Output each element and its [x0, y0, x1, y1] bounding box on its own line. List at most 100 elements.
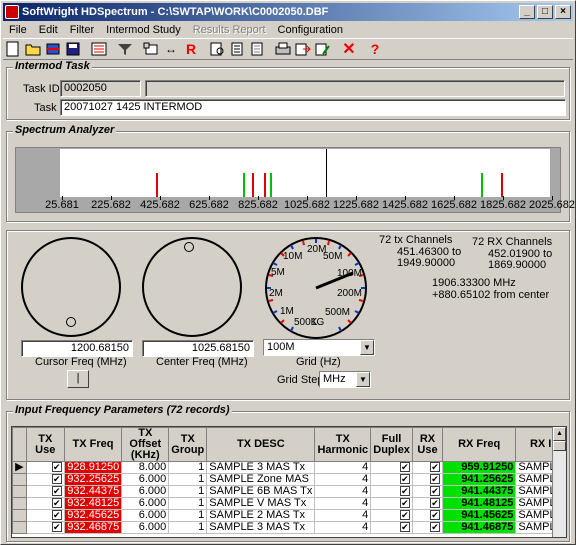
full-duplex-cell[interactable]: ✔: [370, 509, 413, 522]
checkbox[interactable]: ✔: [399, 522, 410, 532]
col-header[interactable]: TX Freq: [63, 427, 123, 462]
tx-group-cell[interactable]: 1: [168, 485, 208, 498]
menu-configuration[interactable]: Configuration: [272, 24, 349, 36]
menu-edit[interactable]: Edit: [33, 24, 64, 36]
full-duplex-cell[interactable]: ✔: [370, 497, 413, 510]
table-row[interactable]: ✔ 932.25625 6.000 1 SAMPLE Zone MAS 4 ✔ ✔ 941.25…: [12, 473, 566, 486]
rx-use-cell[interactable]: ✔: [411, 521, 444, 534]
tx-harmonic-cell[interactable]: 4: [314, 485, 372, 498]
tx-harmonic-cell[interactable]: 4: [314, 461, 372, 474]
input-params-grid[interactable]: TX Use TX Freq TX Offset (KHz) TX Group …: [11, 426, 567, 538]
grid-step-select[interactable]: MHz ▼: [319, 371, 371, 388]
tx-harmonic-cell[interactable]: 4: [314, 509, 372, 522]
row-selector[interactable]: [12, 521, 27, 534]
tx-use-cell[interactable]: ✔: [25, 509, 65, 522]
chevron-down-icon[interactable]: ▼: [360, 340, 374, 355]
row-selector[interactable]: [12, 509, 27, 522]
checkbox[interactable]: ✔: [51, 510, 62, 520]
tx-freq-cell[interactable]: 932.48125: [63, 497, 123, 510]
col-header[interactable]: TX Use: [25, 427, 65, 462]
tx-group-cell[interactable]: 1: [168, 497, 208, 510]
tx-group-cell[interactable]: 1: [168, 509, 208, 522]
menu-results-report[interactable]: Results Report: [187, 24, 272, 36]
col-header[interactable]: Full Duplex: [370, 427, 413, 462]
checkbox[interactable]: ✔: [430, 510, 441, 520]
row-selector[interactable]: [12, 473, 27, 486]
checkbox[interactable]: ✔: [399, 486, 410, 496]
help-icon[interactable]: ?: [365, 40, 385, 58]
tx-group-cell[interactable]: 1: [168, 461, 208, 474]
tx-harmonic-cell[interactable]: 4: [314, 497, 372, 510]
menu-filter[interactable]: Filter: [64, 24, 100, 36]
tx-offset-cell[interactable]: 6.000: [121, 521, 170, 534]
row-selector[interactable]: [12, 497, 27, 510]
tx-use-cell[interactable]: ✔: [25, 473, 65, 486]
rx-freq-cell[interactable]: 941.25625: [442, 473, 517, 486]
tx-desc-cell[interactable]: SAMPLE 3 MAS Tx: [206, 521, 316, 534]
tx-use-cell[interactable]: ✔: [25, 485, 65, 498]
checkbox[interactable]: ✔: [430, 498, 441, 508]
tx-offset-cell[interactable]: 6.000: [121, 509, 170, 522]
col-header[interactable]: RX Freq: [442, 427, 517, 462]
rx-freq-cell[interactable]: 941.46875: [442, 521, 517, 534]
col-header[interactable]: RX Use: [411, 427, 444, 462]
tx-freq-cell[interactable]: 932.44375: [63, 485, 123, 498]
table-row[interactable]: ✔ 932.46875 6.000 1 SAMPLE 3 MAS Tx 4 ✔ ✔ 941.46…: [12, 521, 566, 534]
full-duplex-cell[interactable]: ✔: [370, 521, 413, 534]
chevron-down-icon[interactable]: ▼: [356, 372, 370, 387]
tx-freq-cell[interactable]: 932.25625: [63, 473, 123, 486]
scroll-thumb[interactable]: [553, 441, 566, 451]
table-row[interactable]: ▶ ✔ 928.91250 8.000 1 SAMPLE 3 MAS Tx 4 ✔ ✔ 959.9…: [12, 461, 566, 474]
rx-use-cell[interactable]: ✔: [411, 485, 444, 498]
full-duplex-cell[interactable]: ✔: [370, 485, 413, 498]
checkbox[interactable]: ✔: [430, 462, 441, 472]
checkbox[interactable]: ✔: [430, 522, 441, 532]
doc-icon[interactable]: [227, 40, 247, 58]
checkbox[interactable]: ✔: [399, 462, 410, 472]
delete-x-icon[interactable]: ✕: [339, 40, 359, 58]
spectrum-display[interactable]: 25.681 225.682 425.682 625.682 825.682 1025.6…: [15, 147, 575, 213]
span-arrows-icon[interactable]: ↔: [161, 40, 181, 58]
tx-offset-cell[interactable]: 6.000: [121, 485, 170, 498]
new-file-icon[interactable]: [3, 40, 23, 58]
rx-use-cell[interactable]: ✔: [411, 497, 444, 510]
tx-use-cell[interactable]: ✔: [25, 497, 65, 510]
open-folder-icon[interactable]: [23, 40, 43, 58]
menu-file[interactable]: File: [3, 24, 33, 36]
checkbox[interactable]: ✔: [430, 474, 441, 484]
printer-icon[interactable]: [273, 40, 293, 58]
checkbox[interactable]: ✔: [51, 462, 62, 472]
rx-use-cell[interactable]: ✔: [411, 461, 444, 474]
checkbox[interactable]: ✔: [51, 474, 62, 484]
tx-offset-cell[interactable]: 6.000: [121, 497, 170, 510]
tx-desc-cell[interactable]: SAMPLE 3 MAS Tx: [206, 461, 316, 474]
tx-group-cell[interactable]: 1: [168, 473, 208, 486]
tx-freq-cell[interactable]: 928.91250: [63, 461, 123, 474]
tx-desc-cell[interactable]: SAMPLE Zone MAS: [206, 473, 316, 486]
cursor-freq-field[interactable]: 1200.68150: [21, 340, 133, 357]
col-header[interactable]: TX Group: [168, 427, 208, 462]
tx-use-cell[interactable]: ✔: [25, 461, 65, 474]
grid-select[interactable]: 100M ▼: [263, 339, 375, 356]
col-header[interactable]: TX DESC: [206, 427, 316, 462]
tx-harmonic-cell[interactable]: 4: [314, 521, 372, 534]
scroll-up-button[interactable]: ▲: [553, 427, 566, 441]
rx-freq-cell[interactable]: 941.48125: [442, 497, 517, 510]
rx-use-cell[interactable]: ✔: [411, 509, 444, 522]
checkbox[interactable]: ✔: [399, 510, 410, 520]
tx-freq-cell[interactable]: 932.45625: [63, 509, 123, 522]
row-selector[interactable]: [12, 485, 27, 498]
rx-freq-cell[interactable]: 941.44375: [442, 485, 517, 498]
tx-offset-cell[interactable]: 6.000: [121, 473, 170, 486]
table-row[interactable]: ✔ 932.48125 6.000 1 SAMPLE V MAS Tx 4 ✔ ✔ 941.48…: [12, 497, 566, 510]
task-icon[interactable]: [141, 40, 161, 58]
checkbox[interactable]: ✔: [51, 498, 62, 508]
filter-icon[interactable]: [115, 40, 135, 58]
col-header[interactable]: TX Offset (KHz): [121, 427, 170, 462]
checkbox[interactable]: ✔: [51, 522, 62, 532]
vertical-scrollbar[interactable]: ▲: [552, 427, 566, 537]
title-bar[interactable]: SoftWright HDSpectrum - C:\SWTAP\WORK\C0…: [3, 3, 573, 21]
menu-intermod-study[interactable]: Intermod Study: [100, 24, 187, 36]
task-field[interactable]: 20071027 1425 INTERMOD: [60, 99, 566, 116]
rx-use-cell[interactable]: ✔: [411, 473, 444, 486]
